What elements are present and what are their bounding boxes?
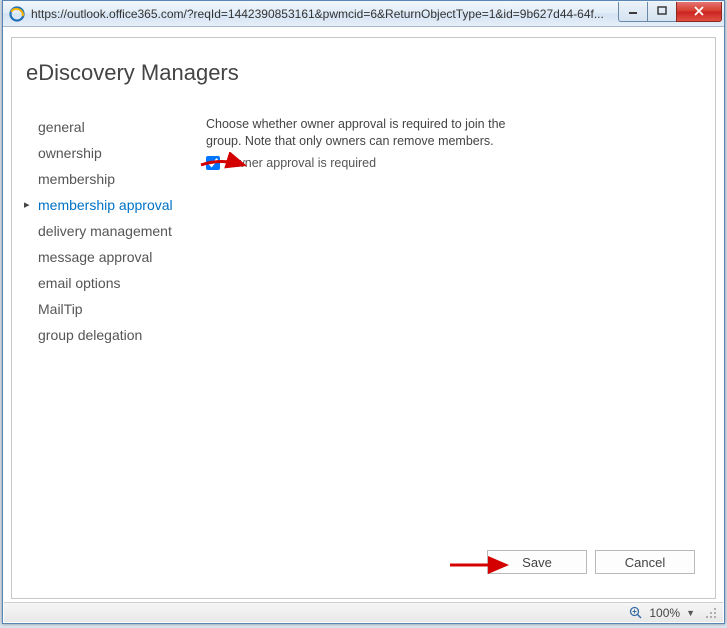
sidebar-item-group-delegation[interactable]: group delegation	[26, 322, 206, 348]
sidebar-item-message-approval[interactable]: message approval	[26, 244, 206, 270]
body-columns: general ownership membership membership …	[26, 114, 709, 348]
sidebar-item-mailtip[interactable]: MailTip	[26, 296, 206, 322]
sidebar-nav: general ownership membership membership …	[26, 114, 206, 348]
page-title: eDiscovery Managers	[26, 60, 709, 86]
ie-icon	[9, 6, 25, 22]
owner-approval-label: Owner approval is required	[226, 156, 376, 170]
titlebar: https://outlook.office365.com/?reqId=144…	[3, 1, 724, 27]
owner-approval-row[interactable]: Owner approval is required	[206, 156, 709, 170]
page-content: eDiscovery Managers general ownership me…	[26, 60, 709, 588]
close-button[interactable]	[676, 2, 722, 22]
maximize-button[interactable]	[647, 2, 677, 22]
zoom-level[interactable]: 100%	[649, 606, 680, 620]
status-bar: 100% ▼	[4, 602, 723, 622]
sidebar-item-email-options[interactable]: email options	[26, 270, 206, 296]
sidebar-item-general[interactable]: general	[26, 114, 206, 140]
save-button[interactable]: Save	[487, 550, 587, 574]
sidebar-item-delivery-management[interactable]: delivery management	[26, 218, 206, 244]
sidebar-item-ownership[interactable]: ownership	[26, 140, 206, 166]
zoom-dropdown-icon[interactable]: ▼	[686, 608, 695, 618]
client-area: eDiscovery Managers general ownership me…	[11, 37, 716, 599]
app-window: https://outlook.office365.com/?reqId=144…	[2, 0, 725, 624]
main-panel: Choose whether owner approval is require…	[206, 114, 709, 348]
panel-description: Choose whether owner approval is require…	[206, 116, 526, 150]
owner-approval-checkbox[interactable]	[206, 156, 220, 170]
address-url: https://outlook.office365.com/?reqId=144…	[31, 7, 619, 21]
dialog-footer: Save Cancel	[487, 550, 695, 574]
sidebar-item-membership[interactable]: membership	[26, 166, 206, 192]
window-controls	[619, 2, 722, 22]
zoom-icon[interactable]	[629, 606, 643, 620]
cancel-button[interactable]: Cancel	[595, 550, 695, 574]
sidebar-item-membership-approval[interactable]: membership approval	[26, 192, 206, 218]
resize-grip-icon[interactable]	[705, 607, 717, 619]
minimize-button[interactable]	[618, 2, 648, 22]
